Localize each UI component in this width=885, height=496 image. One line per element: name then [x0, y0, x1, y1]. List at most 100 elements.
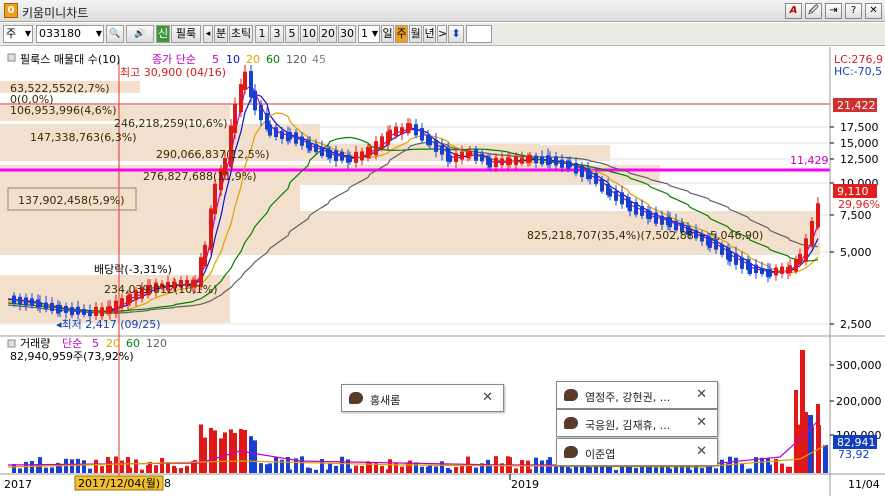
- current-volume-pct: 73,92: [838, 448, 870, 461]
- candle-body: [540, 156, 544, 165]
- extra-input[interactable]: [466, 25, 492, 43]
- candle-body: [280, 130, 284, 139]
- market-select[interactable]: 주 ▼: [3, 25, 33, 43]
- volume-bar: [568, 468, 572, 473]
- xaxis-label-2019: 2019: [511, 478, 539, 491]
- stock-chart[interactable]: 필룩스 매물대 수(10) 종가 단순 5 10 20 60 120 45 LC…: [0, 47, 885, 496]
- volume-bar: [428, 464, 432, 473]
- candle-body: [810, 221, 814, 246]
- volume-bar: [120, 460, 124, 473]
- volume-bar: [82, 460, 86, 473]
- chat-bubble-icon: [564, 417, 578, 429]
- period-10-button[interactable]: 10: [300, 25, 318, 43]
- notification-popup[interactable]: 염정주, 강현권, ... ✕: [556, 381, 718, 409]
- period-5-button[interactable]: 5: [285, 25, 299, 43]
- legend-toggle-icon[interactable]: [7, 339, 16, 348]
- volume-bar: [259, 463, 263, 473]
- day-button[interactable]: 일: [381, 25, 394, 43]
- volume-bar: [434, 466, 438, 473]
- month-button[interactable]: 월: [409, 25, 422, 43]
- volume-bar: [88, 468, 92, 473]
- candle-body: [108, 306, 112, 314]
- tick-button[interactable]: 초틱: [229, 25, 253, 43]
- fill-toggle-button[interactable]: 필룩: [171, 25, 201, 43]
- candle-body: [660, 215, 664, 225]
- period-1-button[interactable]: 1: [255, 25, 269, 43]
- minute-button[interactable]: 분: [214, 25, 228, 43]
- notification-popup[interactable]: 이준엽 ✕: [556, 438, 718, 466]
- volume-bar: [740, 463, 744, 473]
- price-ma-10: 10: [226, 53, 240, 66]
- font-icon-button[interactable]: A: [785, 3, 802, 19]
- volume-ma-60: 60: [126, 337, 140, 350]
- volume-bar: [400, 466, 404, 473]
- candle-body: [740, 257, 744, 269]
- profile-label-9: 825,218,707(35,4%)(7,502,88 ~ 5,046,90): [527, 229, 763, 242]
- toggle-icon[interactable]: ⬍: [448, 25, 464, 43]
- stock-code-input[interactable]: 033180 ▼: [36, 25, 104, 43]
- notification-popup[interactable]: 국응원, 김재휴, ... ✕: [556, 409, 718, 437]
- new-button[interactable]: 신: [156, 25, 170, 43]
- count-input[interactable]: 1 ▼: [358, 25, 380, 43]
- close-icon[interactable]: ✕: [696, 415, 707, 430]
- volume-bar: [380, 466, 384, 473]
- period-30-button[interactable]: 30: [338, 25, 356, 43]
- legend-toggle-icon[interactable]: [7, 53, 16, 62]
- edit-icon-button[interactable]: 🖉: [805, 3, 822, 19]
- popup-text: 이준엽: [585, 448, 616, 461]
- volume-bar: [808, 415, 813, 473]
- close-icon[interactable]: ✕: [696, 387, 707, 402]
- volume-bar: [420, 466, 424, 473]
- price-ma-60: 60: [266, 53, 280, 66]
- dividend-marker: 배당락(-3,31%): [94, 263, 172, 276]
- candle-body: [780, 266, 784, 274]
- candle-body: [233, 103, 237, 134]
- high-marker: 최고 30,900 (04/16): [120, 66, 226, 79]
- candle-body: [380, 136, 384, 149]
- close-button[interactable]: ✕: [865, 3, 882, 19]
- close-icon[interactable]: ✕: [696, 444, 707, 459]
- period-20-button[interactable]: 20: [319, 25, 337, 43]
- current-price-label: 9,110: [837, 185, 869, 198]
- volume-bar: [714, 468, 718, 473]
- period-3-button[interactable]: 3: [270, 25, 284, 43]
- candle-body: [816, 203, 820, 228]
- candle-body: [474, 149, 478, 161]
- volume-bar: [249, 436, 253, 473]
- volume-bar: [800, 350, 805, 473]
- candle-body: [620, 192, 624, 205]
- candle-body: [580, 165, 584, 178]
- candle-body: [243, 71, 247, 91]
- volume-bar: [460, 466, 464, 473]
- candle-body: [560, 159, 564, 168]
- volume-bar: [588, 467, 592, 473]
- speaker-icon[interactable]: 🔊: [126, 25, 154, 43]
- candle-body: [50, 302, 54, 312]
- chevron-down-icon: ▼: [95, 29, 102, 38]
- candle-body: [394, 126, 398, 137]
- help-button[interactable]: ?: [845, 3, 862, 19]
- profile-label-3: 147,338,763(6,3%): [30, 131, 137, 144]
- volume-bar: [328, 463, 332, 473]
- search-icon[interactable]: 🔍: [106, 25, 124, 43]
- pin-icon-button[interactable]: ⇥: [825, 3, 842, 19]
- volume-bar: [408, 460, 412, 473]
- candle-body: [70, 307, 74, 316]
- candle-body: [328, 150, 332, 159]
- arrow-left-icon[interactable]: ◂: [203, 25, 213, 43]
- candle-body: [259, 104, 263, 121]
- week-button[interactable]: 주: [395, 25, 408, 43]
- nav-right-button[interactable]: >: [437, 25, 447, 43]
- price-tick-label: 12,500: [840, 153, 879, 166]
- chevron-down-icon: ▼: [24, 29, 31, 38]
- candle-body: [253, 90, 257, 111]
- year-button[interactable]: 년: [423, 25, 436, 43]
- volume-bar: [300, 456, 304, 473]
- candle-body: [114, 300, 118, 314]
- candle-body: [58, 304, 62, 312]
- notification-popup[interactable]: 홍새롬 ✕: [341, 384, 504, 412]
- volume-bar: [700, 468, 704, 473]
- price-ma-20: 20: [246, 53, 260, 66]
- close-icon[interactable]: ✕: [482, 390, 493, 405]
- window-title: 키움미니차트: [22, 6, 89, 20]
